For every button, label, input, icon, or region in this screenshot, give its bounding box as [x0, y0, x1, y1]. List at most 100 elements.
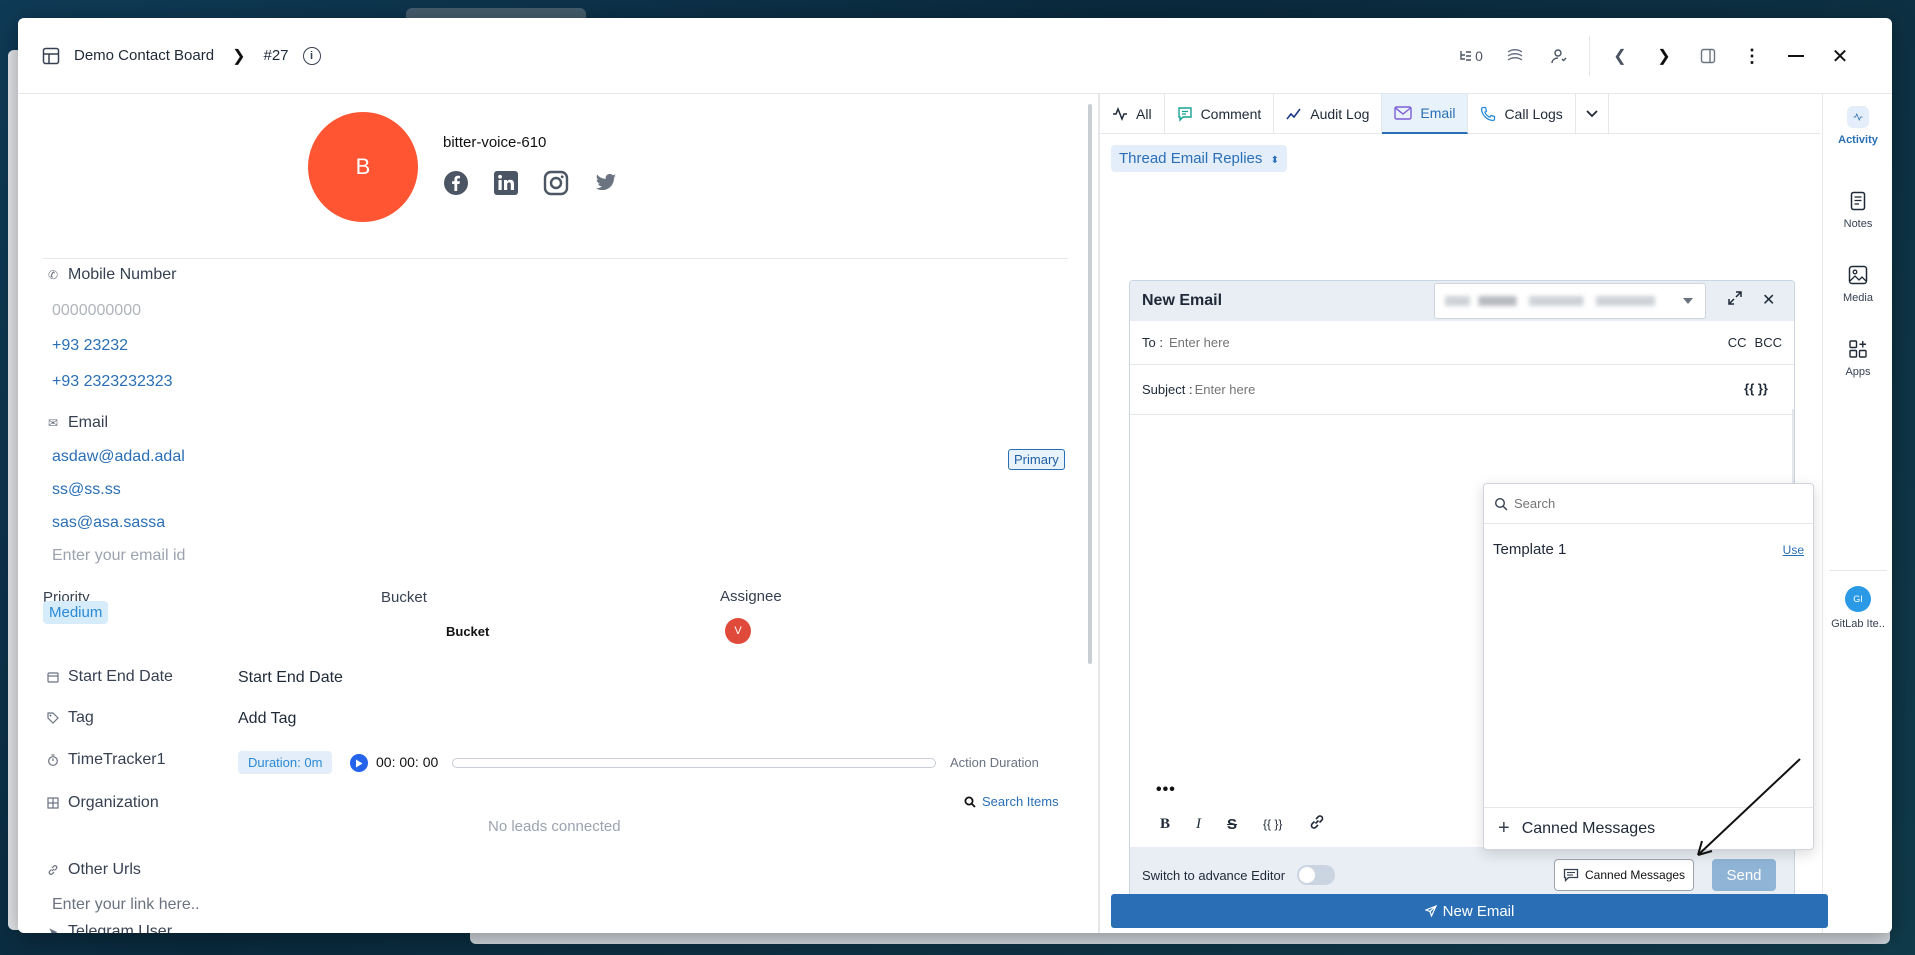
mobile-number-1[interactable]: +93 23232 [52, 337, 128, 355]
thread-email-replies-dropdown[interactable]: Thread Email Replies ⬍ [1111, 145, 1287, 172]
tag-label-text: Tag [68, 709, 94, 726]
tab-comment-label: Comment [1200, 106, 1262, 122]
twitter-icon[interactable] [593, 170, 619, 196]
from-account-select[interactable] [1434, 283, 1706, 319]
priority-badge[interactable]: Medium [43, 601, 109, 624]
activity-icon [1113, 107, 1127, 121]
send-button[interactable]: Send [1712, 859, 1776, 891]
phone-icon [1481, 106, 1496, 122]
link-icon[interactable] [1308, 813, 1326, 835]
mail-icon [1394, 106, 1413, 120]
action-duration-label: Action Duration [950, 755, 1039, 770]
tab-comment[interactable]: Comment [1165, 94, 1275, 134]
more-options-button[interactable]: ⋮ [1730, 36, 1774, 76]
next-record-button[interactable]: ❯ [1642, 36, 1686, 76]
canned-template-item[interactable]: Template 1 [1493, 541, 1566, 558]
to-input[interactable] [1168, 335, 1569, 350]
email-2[interactable]: ss@ss.ss [52, 481, 121, 499]
notes-icon [1847, 190, 1869, 212]
tab-email[interactable]: Email [1382, 94, 1469, 134]
variables-icon[interactable]: {{ }} [1263, 817, 1282, 831]
organization-label: Organization [46, 794, 159, 812]
other-urls-input[interactable]: Enter your link here.. [52, 896, 200, 914]
subject-variables-button[interactable]: {{ }} [1744, 381, 1768, 396]
tab-all-label: All [1136, 106, 1152, 122]
canned-search-bar [1484, 484, 1813, 524]
board-name-breadcrumb[interactable]: Demo Contact Board [74, 47, 214, 64]
comment-icon [1177, 107, 1192, 122]
play-timer-button[interactable] [350, 754, 368, 772]
cc-button[interactable]: CC [1728, 335, 1747, 350]
mobile-number-label-text: Mobile Number [68, 266, 177, 283]
sidebar-icon [1700, 48, 1716, 64]
rail-notes[interactable]: Notes [1823, 190, 1892, 230]
toggle-sidebar-button[interactable] [1686, 36, 1730, 76]
tab-audit-log[interactable]: Audit Log [1274, 94, 1383, 134]
more-formatting-button[interactable]: ••• [1156, 781, 1176, 799]
telegram-user-label: ➤ Telegram User [46, 923, 172, 933]
email-1[interactable]: asdaw@adad.adal [52, 448, 185, 466]
scrollbar[interactable] [1088, 104, 1092, 664]
panel-divider[interactable]: ❮ [1098, 94, 1100, 933]
right-rail: Activity Notes Media Apps GI GitLab Ite.… [1822, 94, 1892, 933]
close-composer-button[interactable]: ✕ [1762, 290, 1775, 310]
email-input[interactable]: Enter your email id [52, 547, 185, 565]
search-items-button[interactable]: Search Items [964, 794, 1059, 809]
canned-messages-button[interactable]: Canned Messages [1554, 859, 1695, 891]
expand-composer-button[interactable] [1728, 291, 1742, 310]
mobile-number-2[interactable]: +93 2323232323 [52, 373, 173, 391]
rail-media[interactable]: Media [1823, 264, 1892, 304]
subtasks-button[interactable]: 0 [1449, 36, 1493, 76]
italic-icon[interactable]: I [1196, 816, 1201, 833]
tabs-more-dropdown[interactable] [1576, 94, 1609, 134]
new-email-button[interactable]: New Email [1111, 894, 1828, 928]
from-account-value [1445, 296, 1655, 306]
contact-avatar[interactable]: B [308, 112, 418, 222]
email-3[interactable]: sas@asa.sassa [52, 514, 165, 532]
rail-activity[interactable]: Activity [1823, 106, 1892, 146]
info-icon[interactable]: i [302, 46, 321, 65]
bold-icon[interactable]: B [1160, 816, 1170, 833]
assignee-label: Assignee [720, 588, 782, 605]
assign-user-button[interactable] [1537, 36, 1581, 76]
canned-search-input[interactable] [1514, 496, 1794, 511]
bucket-value[interactable]: Bucket [446, 624, 489, 639]
rail-apps[interactable]: Apps [1823, 338, 1892, 378]
record-dialog: Demo Contact Board ❯ #27 i 0 ❮ ❯ ⋮ ✕ B b… [18, 18, 1892, 933]
link-button[interactable] [1493, 36, 1537, 76]
bcc-button[interactable]: BCC [1755, 335, 1782, 350]
section-divider [43, 258, 1068, 259]
timer-readout: 00: 00: 00 [376, 754, 439, 770]
previous-record-button[interactable]: ❮ [1598, 36, 1642, 76]
sort-icon: ⬍ [1270, 155, 1279, 166]
rail-media-label: Media [1843, 292, 1873, 304]
chevron-right-icon: ❯ [232, 47, 246, 65]
tab-call-logs[interactable]: Call Logs [1468, 94, 1576, 134]
other-urls-label-text: Other Urls [68, 861, 141, 878]
close-button[interactable]: ✕ [1818, 36, 1862, 76]
subtask-icon [1460, 51, 1472, 61]
rail-notes-label: Notes [1843, 218, 1873, 230]
strikethrough-icon[interactable]: S [1227, 816, 1237, 833]
no-leads-message: No leads connected [488, 818, 621, 835]
use-template-link[interactable]: Use [1783, 543, 1804, 557]
other-urls-label: Other Urls [46, 861, 141, 879]
assignee-avatar[interactable]: V [725, 618, 751, 644]
to-row: To : CC BCC [1130, 321, 1794, 365]
rail-gitlab[interactable]: GI GitLab Ite.. [1823, 586, 1892, 630]
minimize-button[interactable] [1774, 36, 1818, 76]
subject-input[interactable] [1194, 382, 1595, 397]
mobile-number-input[interactable]: 0000000000 [52, 302, 141, 320]
advanced-editor-toggle[interactable] [1297, 865, 1336, 885]
facebook-icon[interactable] [443, 170, 469, 196]
advanced-editor-label: Switch to advance Editor [1142, 867, 1286, 883]
linkedin-icon[interactable] [493, 170, 519, 196]
search-icon [964, 796, 976, 808]
primary-badge: Primary [1008, 449, 1065, 470]
tab-all[interactable]: All [1100, 94, 1165, 134]
add-tag-button[interactable]: Add Tag [238, 710, 296, 728]
tab-audit-log-label: Audit Log [1310, 106, 1370, 122]
start-end-date-value[interactable]: Start End Date [238, 669, 343, 687]
timer-icon [46, 753, 60, 767]
instagram-icon[interactable] [543, 170, 569, 196]
